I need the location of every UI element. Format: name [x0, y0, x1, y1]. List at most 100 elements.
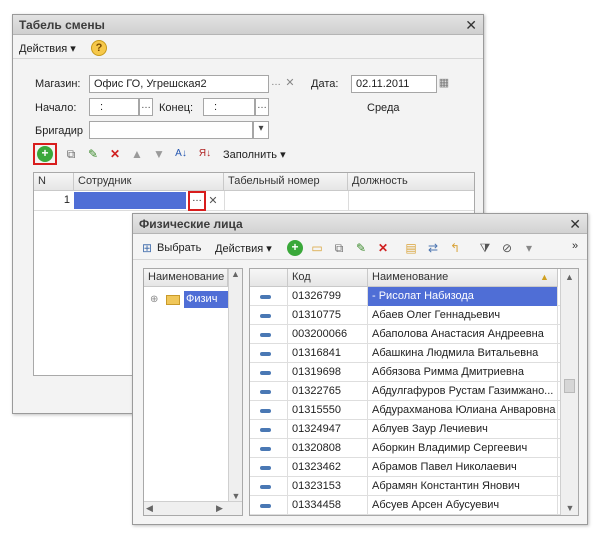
- menu-bar: Действия ▾ ?: [13, 37, 483, 59]
- code-cell: 01326799: [288, 287, 368, 306]
- employee-clear-icon[interactable]: ✕: [207, 194, 219, 208]
- close-icon[interactable]: ✕: [465, 17, 477, 34]
- code-cell: 003200066: [288, 325, 368, 344]
- rows-container: 01326799- Рисолат Набизода 01310775 Абаев …: [250, 287, 560, 515]
- tree-horizontal-scrollbar[interactable]: ◀ ▶: [144, 501, 242, 515]
- scroll-thumb[interactable]: [564, 379, 575, 393]
- date-field[interactable]: 02.11.2011: [351, 75, 437, 93]
- code-cell: 01310775: [288, 306, 368, 325]
- edit-row-icon[interactable]: ✎: [85, 146, 101, 162]
- code-cell: 01316841: [288, 344, 368, 363]
- column-header-n[interactable]: N: [34, 173, 74, 191]
- column-header-position[interactable]: Должность: [348, 173, 474, 191]
- more-icon[interactable]: »: [567, 238, 583, 254]
- store-select-button[interactable]: …: [269, 75, 283, 93]
- table-row[interactable]: 01326799- Рисолат Набизода: [250, 287, 560, 306]
- foreman-dropdown-button[interactable]: ▾: [253, 121, 269, 139]
- sort-asc-icon[interactable]: A↓: [173, 146, 189, 162]
- fill-menu[interactable]: Заполнить ▾: [223, 148, 286, 161]
- store-clear-icon[interactable]: ✕: [283, 75, 297, 93]
- copy-icon[interactable]: ⧉: [331, 240, 347, 256]
- scroll-down-icon[interactable]: ▼: [561, 503, 578, 513]
- table-row[interactable]: 01323153 Абрамян Константин Янович: [250, 477, 560, 496]
- item-icon: [260, 314, 271, 318]
- folder-icon: [166, 295, 180, 305]
- scroll-up-icon[interactable]: ▲: [561, 269, 578, 282]
- foreman-field[interactable]: [89, 121, 253, 139]
- row-icon-cell: [250, 382, 288, 401]
- edit-icon[interactable]: ✎: [353, 240, 369, 256]
- employee-input[interactable]: [74, 192, 186, 209]
- expand-icon[interactable]: ⊕: [150, 294, 158, 305]
- name-cell: Абрамян Константин Янович: [368, 477, 558, 496]
- table-row[interactable]: 01320808 Аборкин Владимир Сергеевич: [250, 439, 560, 458]
- filter-list-icon[interactable]: ▾: [521, 240, 537, 256]
- window-title: Физические лица: [133, 214, 587, 234]
- row-icon-cell: [250, 477, 288, 496]
- delete-icon[interactable]: ✕: [375, 240, 391, 256]
- table-row[interactable]: 01334458 Абсуев Арсен Абусуевич: [250, 496, 560, 515]
- item-icon: [260, 352, 271, 356]
- actions-menu[interactable]: Действия ▾: [19, 42, 76, 55]
- add-row-icon[interactable]: +: [37, 146, 53, 162]
- column-header-employee[interactable]: Сотрудник: [74, 173, 224, 191]
- row-icon-cell: [250, 458, 288, 477]
- table-row[interactable]: 01324947 Аблуев Заур Лечиевич: [250, 420, 560, 439]
- add-group-icon[interactable]: ▭: [309, 240, 325, 256]
- filter-icon[interactable]: ⧩: [477, 240, 493, 256]
- scroll-right-icon[interactable]: ▶: [216, 503, 223, 514]
- table-row[interactable]: 01316841 Абашкина Людмила Витальевна: [250, 344, 560, 363]
- start-label: Начало:: [35, 102, 77, 114]
- column-header-personnel-number[interactable]: Табельный номер: [224, 173, 348, 191]
- row-number: 1: [63, 194, 70, 206]
- actions-menu[interactable]: Действия ▾: [215, 242, 272, 255]
- table-row[interactable]: 01310775 Абаев Олег Геннадьевич: [250, 306, 560, 325]
- table-row[interactable]: 01319698 Аббязова Римма Дмитриевна: [250, 363, 560, 382]
- select-icon[interactable]: ⊞: [139, 240, 155, 256]
- move-up-icon[interactable]: ▲: [129, 146, 145, 162]
- end-time-field[interactable]: :: [203, 98, 255, 116]
- copy-row-icon[interactable]: ⧉: [63, 146, 79, 162]
- item-icon: [260, 466, 271, 470]
- scroll-down-icon[interactable]: ▼: [229, 491, 242, 501]
- table-row[interactable]: 01322765 Абдулгафуров Рустам Газимжано...: [250, 382, 560, 401]
- table-row[interactable]: 1: [34, 191, 474, 211]
- select-button[interactable]: Выбрать: [157, 242, 201, 254]
- code-cell: 01315550: [288, 401, 368, 420]
- column-header-name[interactable]: Наименование: [368, 269, 558, 287]
- end-time-select-button[interactable]: …: [255, 98, 269, 116]
- toolbar: ⊞ Выбрать Действия ▾ + ▭ ⧉ ✎ ✕ ▤ ⇄ ↰ ⧩ ⊘…: [133, 236, 587, 260]
- add-icon[interactable]: +: [287, 240, 303, 256]
- scroll-left-icon[interactable]: ◀: [146, 503, 153, 514]
- parent-group-icon[interactable]: ↰: [447, 240, 463, 256]
- table-row[interactable]: 01323462 Абрамов Павел Николаевич: [250, 458, 560, 477]
- foreman-label: Бригадир: [35, 125, 84, 137]
- filter-clear-icon[interactable]: ⊘: [499, 240, 515, 256]
- row-icon-cell: [250, 363, 288, 382]
- employee-select-button[interactable]: …: [190, 193, 204, 209]
- start-time-field[interactable]: :: [89, 98, 139, 116]
- tree-item-individuals[interactable]: Физич: [184, 291, 228, 308]
- close-icon[interactable]: ✕: [569, 216, 581, 233]
- store-field[interactable]: Офис ГО, Угрешская2: [89, 75, 269, 93]
- help-icon[interactable]: ?: [91, 40, 107, 56]
- start-time-select-button[interactable]: …: [139, 98, 153, 116]
- table-row[interactable]: 01315550 Абдурахманова Юлиана Анваровна: [250, 401, 560, 420]
- code-cell: 01323462: [288, 458, 368, 477]
- calendar-icon[interactable]: ▦: [437, 75, 451, 93]
- scroll-up-icon[interactable]: ▲: [229, 269, 242, 279]
- tree-column-header[interactable]: Наименование: [144, 269, 228, 287]
- list-vertical-scrollbar[interactable]: ▲ ▼: [560, 269, 578, 515]
- groups-tree: Наименование ▲ ▼ ◀ ▶ ⊕ Физич: [143, 268, 243, 516]
- tree-vertical-scrollbar[interactable]: ▲ ▼: [228, 269, 242, 501]
- sort-desc-icon[interactable]: Я↓: [197, 146, 213, 162]
- delete-row-icon[interactable]: ✕: [107, 146, 123, 162]
- item-icon: [260, 447, 271, 451]
- move-down-icon[interactable]: ▼: [151, 146, 167, 162]
- table-row[interactable]: 003200066 Абаполова Анастасия Андреевна: [250, 325, 560, 344]
- column-header-code[interactable]: Код: [288, 269, 368, 287]
- move-to-group-icon[interactable]: ⇄: [425, 240, 441, 256]
- item-icon: [260, 371, 271, 375]
- code-cell: 01334458: [288, 496, 368, 515]
- hierarchy-icon[interactable]: ▤: [403, 240, 419, 256]
